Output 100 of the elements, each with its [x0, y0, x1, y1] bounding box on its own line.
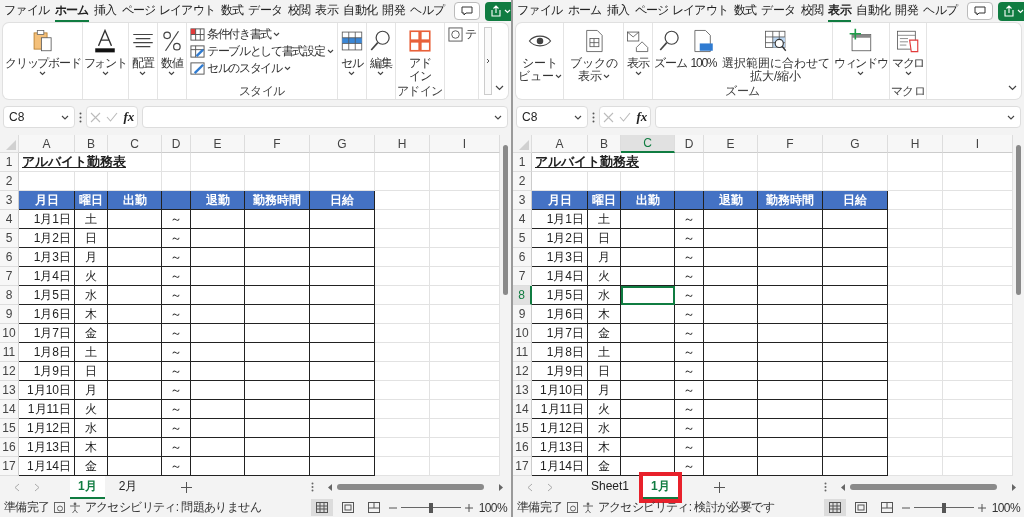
menu-tab[interactable]: ヘルプ	[923, 0, 958, 22]
row-header[interactable]: 3	[513, 191, 532, 210]
row-header[interactable]: 16	[0, 438, 19, 457]
scroll-left-icon[interactable]	[841, 483, 846, 491]
column-header[interactable]: G	[310, 135, 375, 153]
row-header[interactable]: 10	[513, 324, 532, 343]
menu-tab[interactable]: データ	[248, 0, 283, 22]
column-header[interactable]: G	[823, 135, 888, 153]
slider-thumb[interactable]	[941, 502, 946, 513]
column-header[interactable]: H	[375, 135, 430, 153]
row-header[interactable]: 16	[513, 438, 532, 457]
row-header[interactable]: 1	[513, 153, 532, 172]
menu-tab[interactable]: ファイル	[4, 0, 50, 22]
more-icon[interactable]	[79, 111, 82, 123]
menu-tab[interactable]: ホーム	[567, 0, 602, 22]
zoom-level[interactable]: 100%	[478, 500, 507, 515]
row-header[interactable]: 6	[513, 248, 532, 267]
add-sheet-icon[interactable]	[181, 481, 193, 493]
menu-tab[interactable]: 数式	[733, 0, 757, 22]
menu-tab[interactable]: 校閲	[287, 0, 311, 22]
ribbon-button[interactable]: 表示	[625, 25, 651, 77]
ribbon-button[interactable]: 条件付き書式	[187, 26, 282, 42]
row-header[interactable]: 11	[0, 343, 19, 362]
column-header[interactable]: F	[758, 135, 823, 153]
menu-tab[interactable]: 挿入	[93, 0, 117, 22]
menu-tab[interactable]: 表示	[315, 0, 339, 22]
menu-tab[interactable]: 自動化	[856, 0, 891, 22]
row-header[interactable]: 12	[513, 362, 532, 381]
ribbon-button[interactable]: テ	[445, 26, 478, 42]
row-header[interactable]: 13	[0, 381, 19, 400]
menu-tab[interactable]: ページ レイアウト	[634, 0, 729, 22]
column-header[interactable]: B	[588, 135, 621, 153]
name-box[interactable]: C8	[3, 106, 75, 128]
row-header[interactable]: 1	[0, 153, 19, 172]
ribbon-button[interactable]: ブックの表示	[565, 25, 622, 84]
collapse-ribbon-icon[interactable]	[495, 85, 504, 91]
menu-tab[interactable]: ヘルプ	[410, 0, 445, 22]
menu-tab[interactable]: ページ レイアウト	[121, 0, 216, 22]
row-header[interactable]: 2	[513, 172, 532, 191]
row-header[interactable]: 3	[0, 191, 19, 210]
row-header[interactable]: 9	[0, 305, 19, 324]
accessibility-icon[interactable]	[581, 501, 594, 514]
menu-tab[interactable]: 開発	[382, 0, 406, 22]
add-sheet-icon[interactable]	[713, 481, 725, 493]
column-header[interactable]: C	[621, 135, 675, 153]
collapse-ribbon-icon[interactable]	[1008, 85, 1017, 91]
row-header[interactable]: 7	[0, 267, 19, 286]
menu-tab[interactable]: 開発	[895, 0, 919, 22]
column-header[interactable]: B	[75, 135, 108, 153]
row-header[interactable]: 14	[513, 400, 532, 419]
view-button[interactable]	[310, 499, 333, 516]
more-icon[interactable]	[311, 482, 314, 492]
insert-function-button[interactable]: fx	[123, 109, 135, 125]
more-icon[interactable]	[824, 482, 827, 492]
column-header[interactable]: C	[108, 135, 162, 153]
accessibility-icon[interactable]	[68, 501, 81, 514]
ribbon-button[interactable]: 選択範囲に合わせて拡大/縮小	[720, 25, 831, 84]
ribbon-button[interactable]: フォント	[83, 25, 127, 77]
share-button[interactable]	[485, 1, 511, 21]
macro-record-icon[interactable]	[53, 502, 65, 513]
scroll-right-icon[interactable]	[1011, 483, 1016, 491]
sheet-tab[interactable]: 1月	[70, 475, 105, 499]
accessibility-status[interactable]: アクセシビリティ: 問題ありません	[84, 499, 262, 516]
column-header[interactable]: D	[162, 135, 191, 153]
name-box[interactable]: C8	[516, 106, 588, 128]
row-header[interactable]: 10	[0, 324, 19, 343]
column-header[interactable]: I	[943, 135, 1013, 153]
scroll-right-icon[interactable]	[498, 483, 503, 491]
ribbon-button[interactable]: セルのスタイル	[187, 60, 293, 76]
formula-field[interactable]	[655, 106, 1021, 128]
zoom-in-icon[interactable]	[977, 503, 986, 512]
ribbon-button[interactable]: 配置	[129, 25, 156, 77]
row-header[interactable]: 4	[0, 210, 19, 229]
ribbon-button[interactable]: マクロ	[891, 25, 925, 77]
menu-tab[interactable]: 自動化	[343, 0, 378, 22]
row-header[interactable]: 15	[0, 419, 19, 438]
row-header[interactable]: 8	[513, 286, 532, 305]
menu-tab[interactable]: ファイル	[517, 0, 563, 22]
ribbon-button[interactable]: ウィンドウ	[833, 25, 888, 77]
row-header[interactable]: 13	[513, 381, 532, 400]
ribbon-button[interactable]: アドイン	[406, 25, 433, 84]
ribbon-button[interactable]: セル	[338, 25, 365, 77]
column-header[interactable]: A	[532, 135, 588, 153]
row-header[interactable]: 9	[513, 305, 532, 324]
row-header[interactable]: 2	[0, 172, 19, 191]
row-header[interactable]: 6	[0, 248, 19, 267]
more-icon[interactable]	[592, 111, 595, 123]
row-header[interactable]: 14	[0, 400, 19, 419]
column-header[interactable]: H	[888, 135, 943, 153]
ribbon-button[interactable]: 数値	[158, 25, 185, 77]
row-header[interactable]: 8	[0, 286, 19, 305]
menu-tab[interactable]: 数式	[220, 0, 244, 22]
view-button[interactable]	[823, 499, 846, 516]
ribbon-button[interactable]: ズーム	[654, 25, 687, 71]
row-header[interactable]: 4	[513, 210, 532, 229]
row-header[interactable]: 15	[513, 419, 532, 438]
horizontal-scrollbar[interactable]	[841, 483, 1016, 491]
row-header[interactable]: 11	[513, 343, 532, 362]
share-button[interactable]	[998, 1, 1024, 21]
comments-button[interactable]	[454, 2, 481, 20]
